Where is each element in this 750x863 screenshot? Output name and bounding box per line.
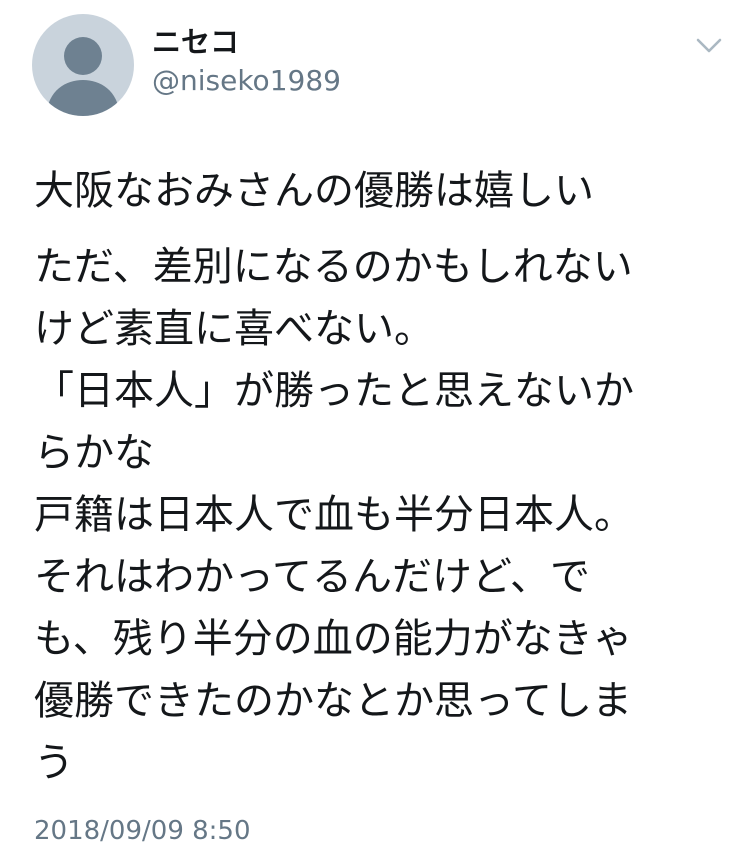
tweet-timestamp[interactable]: 2018/09/09 8:50	[34, 813, 251, 849]
tweet-text-line: 優勝できたのかなとか思ってしま	[34, 678, 632, 724]
tweet-card: ニセコ @niseko1989 大阪なおみさんの優勝は嬉しい ただ、差別になるのか…	[0, 0, 750, 863]
tweet-text-line: も、残り半分の血の能力がなきゃ	[34, 616, 633, 662]
tweet-text: 大阪なおみさんの優勝は嬉しい ただ、差別になるのかもしれない けど素直に喜べない。「…	[34, 160, 724, 794]
tweet-text-line: 大阪なおみさんの優勝は嬉しい	[34, 168, 594, 214]
default-profile-icon	[46, 37, 120, 116]
tweet-text-line: う	[34, 740, 74, 786]
tweet-text-line: けど素直に喜べない。	[34, 306, 434, 352]
tweet-text-line: ただ、差別になるのかもしれない	[34, 244, 633, 290]
tweet-text-line: 戸籍は日本人で血も半分日本人。	[34, 492, 634, 538]
avatar[interactable]	[32, 14, 134, 116]
tweet-text-line: 「日本人」が勝ったと思えないか	[34, 368, 634, 414]
user-handle[interactable]: @niseko1989	[152, 64, 341, 98]
tweet-text-line: それはわかってるんだけど、で	[34, 554, 590, 600]
display-name[interactable]: ニセコ	[152, 24, 239, 60]
chevron-down-icon[interactable]	[694, 34, 724, 56]
tweet-text-line: らかな	[34, 430, 154, 476]
